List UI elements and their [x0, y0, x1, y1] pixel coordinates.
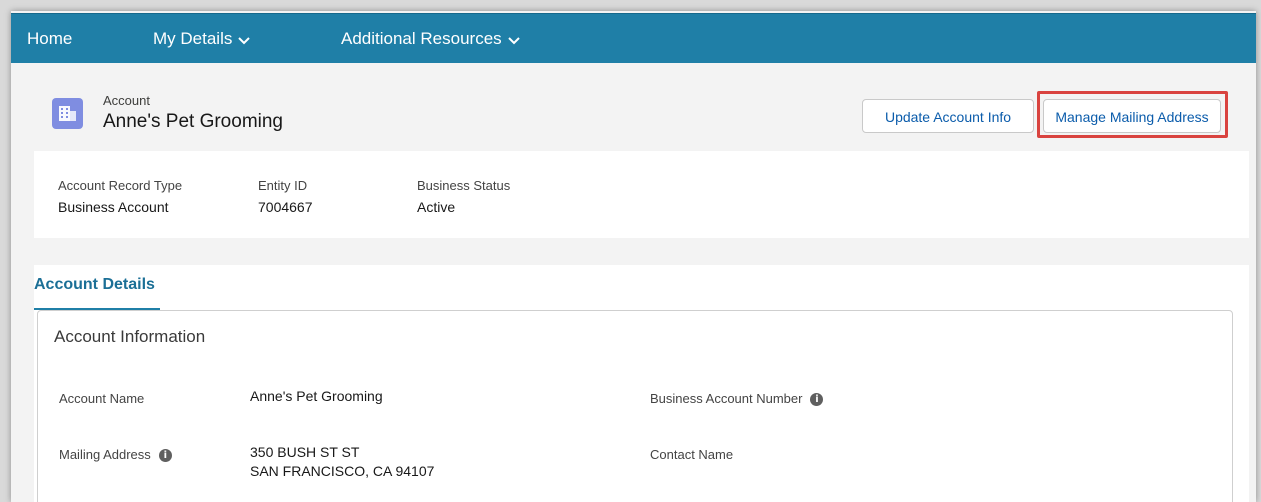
summary-value: Active [417, 199, 456, 215]
tab-account-details[interactable]: Account Details [34, 265, 160, 310]
summary-field-entity-id: Entity ID 7004667 [258, 178, 313, 215]
mailing-address-label-wrap: Mailing Address i [59, 447, 172, 463]
summary-field-record-type: Account Record Type Business Account [58, 178, 182, 215]
record-header: Account Anne's Pet Grooming Update Accou… [11, 63, 1256, 150]
page-title: Anne's Pet Grooming [103, 111, 283, 132]
section-title: Account Information [54, 327, 206, 346]
account-information-section: Account Information Account Name Anne's … [37, 310, 1233, 502]
contact-name-label: Contact Name [650, 447, 734, 462]
nav-home-label: Home [27, 29, 73, 48]
top-nav-bar: Home My Details Additional Resources [11, 13, 1256, 65]
summary-value: Business Account [58, 199, 169, 215]
account-building-icon [52, 98, 83, 129]
mailing-address-line1: 350 BUSH ST ST [250, 444, 360, 460]
details-panel: Account Information Account Name Anne's … [34, 310, 1249, 502]
summary-value: 7004667 [258, 199, 313, 215]
summary-label: Business Status [417, 178, 511, 193]
app-window: Home My Details Additional Resources Acc… [11, 11, 1256, 502]
chevron-down-icon [238, 15, 251, 65]
summary-label: Entity ID [258, 178, 308, 193]
nav-my-details[interactable]: My Details [153, 14, 251, 65]
nav-additional-resources[interactable]: Additional Resources [341, 14, 520, 64]
record-object-type: Account [103, 93, 150, 108]
account-name-label: Account Name [59, 391, 145, 406]
nav-additional-resources-label: Additional Resources [341, 29, 502, 48]
info-icon[interactable]: i [158, 449, 172, 463]
nav-my-details-label: My Details [153, 29, 233, 48]
mailing-address-value: 350 BUSH ST ST SAN FRANCISCO, CA 94107 [250, 443, 434, 481]
highlights-panel: Account Record Type Business Account Ent… [34, 151, 1249, 238]
highlight-box [1037, 91, 1228, 138]
tab-bar: Account Details [34, 265, 1249, 310]
mailing-address-line2: SAN FRANCISCO, CA 94107 [250, 463, 435, 479]
business-account-number-label-wrap: Business Account Number i [650, 391, 824, 407]
account-name-value: Anne's Pet Grooming [250, 388, 383, 404]
nav-home[interactable]: Home [27, 14, 72, 64]
mailing-address-label: Mailing Address [59, 447, 151, 462]
chevron-down-icon [507, 15, 520, 65]
info-icon[interactable]: i [810, 393, 824, 407]
update-account-info-button[interactable]: Update Account Info [862, 99, 1034, 133]
summary-field-business-status: Business Status Active [417, 178, 510, 215]
summary-label: Account Record Type [58, 178, 183, 193]
business-account-number-label: Business Account Number [650, 391, 803, 406]
